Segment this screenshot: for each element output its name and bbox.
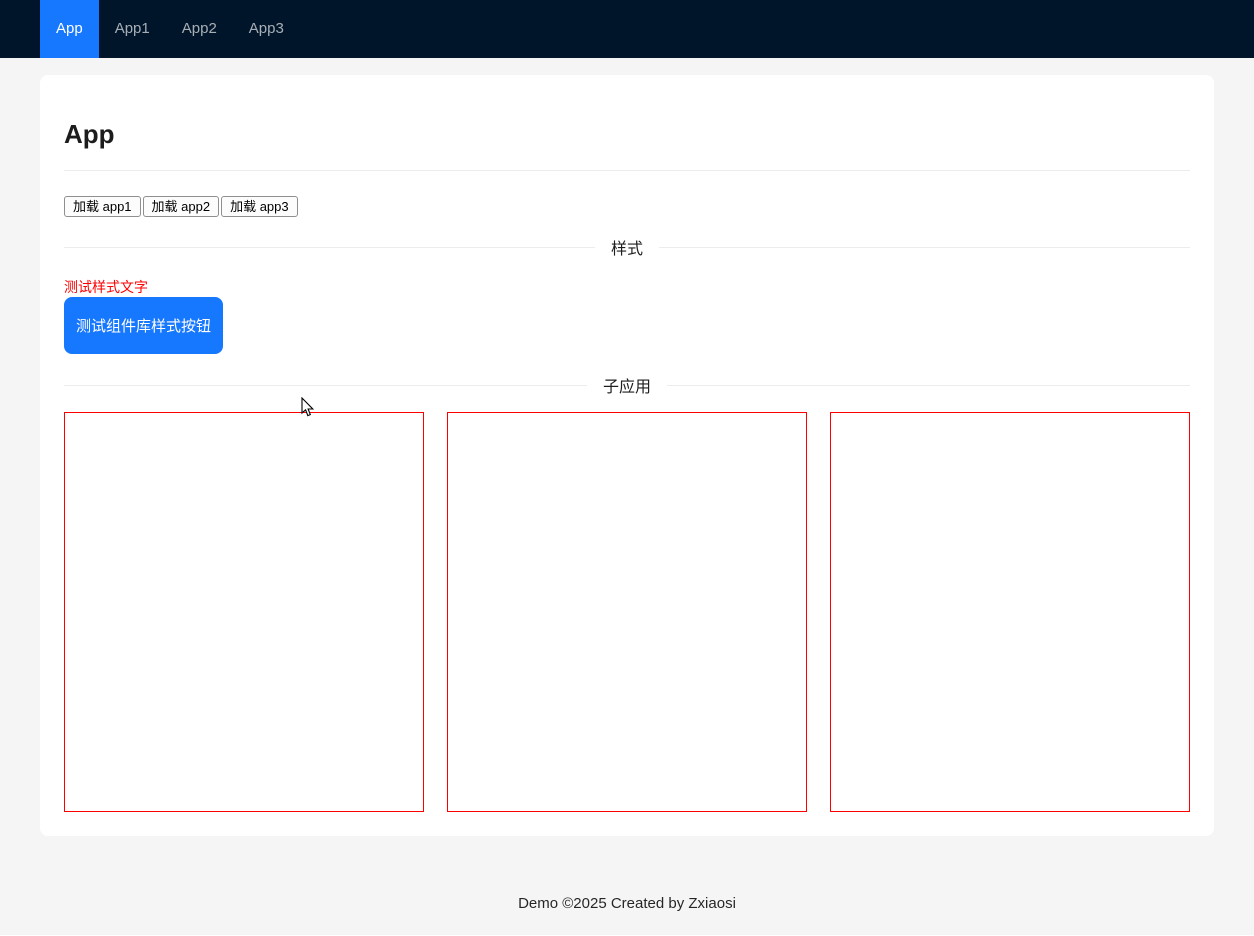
subapp-container-row xyxy=(64,412,1190,812)
nav-item-app[interactable]: App xyxy=(40,0,99,58)
page-footer: Demo ©2025 Created by Zxiaosi xyxy=(0,852,1254,935)
subapp-section-divider-label: 子应用 xyxy=(603,379,652,396)
load-app2-button[interactable]: 加载 app2 xyxy=(142,196,220,217)
subapp-container-3 xyxy=(829,412,1190,812)
app-viewport: App App1 App2 App3 App 加载 app1 加载 app2 加… xyxy=(0,0,1254,936)
loader-button-row: 加载 app1 加载 app2 加载 app3 xyxy=(64,196,1190,217)
style-section-divider-label: 样式 xyxy=(611,241,644,258)
main-card: App 加载 app1 加载 app2 加载 app3 样式 测试样式文字 测试… xyxy=(40,75,1214,836)
footer-text: Demo ©2025 Created by Zxiaosi xyxy=(518,895,736,912)
style-test-text: 测试样式文字 xyxy=(64,279,148,295)
subapp-section-divider: 子应用 xyxy=(64,373,1190,397)
nav-item-app3[interactable]: App3 xyxy=(233,0,300,58)
style-section-divider: 样式 xyxy=(64,235,1190,259)
title-divider xyxy=(64,170,1190,171)
load-app1-button[interactable]: 加载 app1 xyxy=(64,196,141,217)
top-nav: App App1 App2 App3 xyxy=(0,0,1254,58)
subapp-container-1 xyxy=(64,412,425,812)
nav-item-app1[interactable]: App1 xyxy=(99,0,166,58)
component-style-test-button[interactable]: 测试组件库样式按钮 xyxy=(64,297,223,354)
page-background: App App1 App2 App3 App 加载 app1 加载 app2 加… xyxy=(0,0,1254,935)
nav-item-app2[interactable]: App2 xyxy=(166,0,233,58)
page-title: App xyxy=(64,119,115,149)
load-app3-button[interactable]: 加载 app3 xyxy=(221,196,298,217)
subapp-container-2 xyxy=(446,412,808,812)
